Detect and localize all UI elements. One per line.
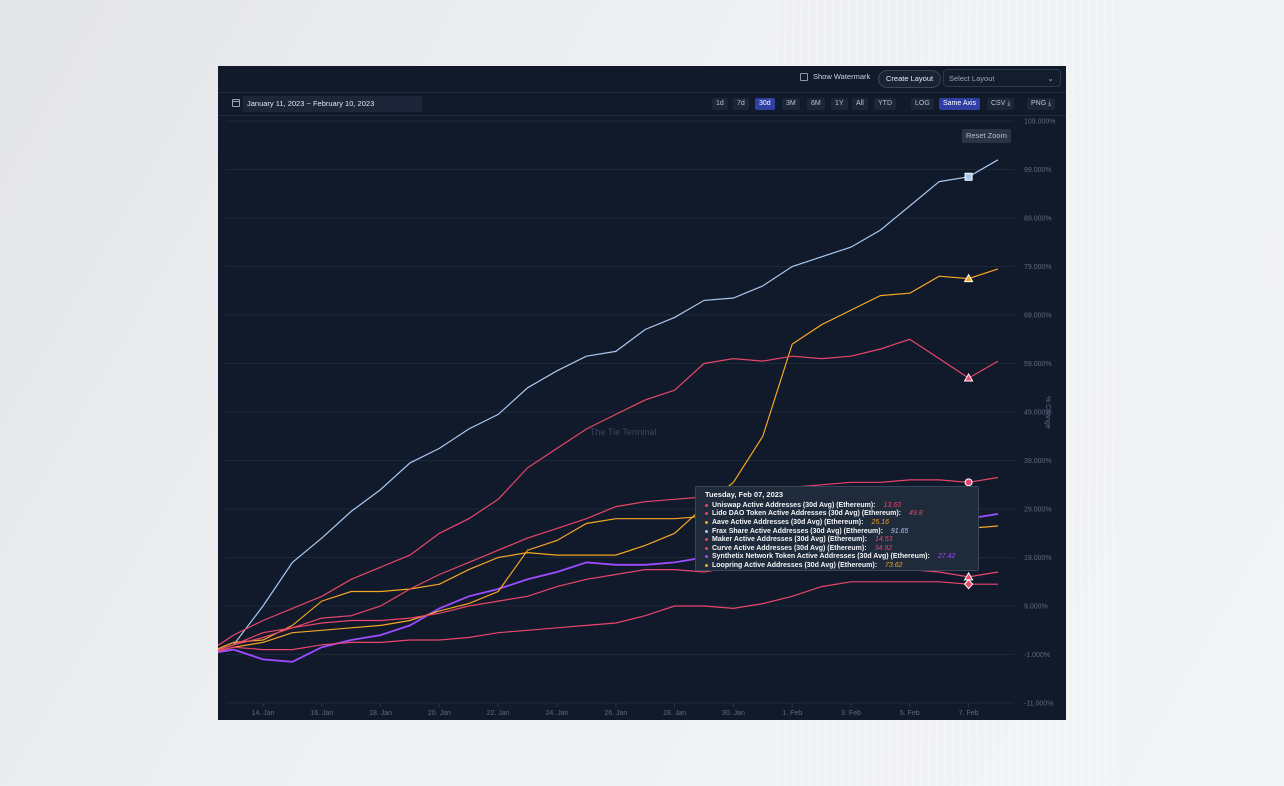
- tooltip-row-value: 14.53: [874, 536, 893, 544]
- series-color-dot: [705, 538, 708, 542]
- x-tick-label: 18. Jan: [369, 710, 392, 717]
- tooltip-row: Uniswap Active Addresses (30d Avg) (Ethe…: [705, 501, 969, 510]
- x-tick-label: 26. Jan: [604, 710, 627, 717]
- series-marker: [963, 373, 974, 382]
- line-chart[interactable]: 109.000% 99.000% 89.000% 79.000% 69.000% 59.0…: [218, 66, 1066, 720]
- x-tick-label: 22. Jan: [487, 710, 510, 717]
- reset-zoom-button[interactable]: Reset Zoom: [962, 129, 1011, 143]
- chart-series: [218, 159, 999, 663]
- tooltip-row-value: 34.92: [874, 544, 893, 552]
- y-tick-label: 79.000%: [1024, 264, 1052, 271]
- series-line: [218, 159, 999, 651]
- series-marker: [964, 478, 973, 487]
- tooltip-row: Frax Share Active Addresses (30d Avg) (E…: [705, 527, 969, 536]
- y-tick-label: 39.000%: [1024, 458, 1052, 465]
- y-tick-label: 89.000%: [1024, 216, 1052, 223]
- tooltip-row-value: 91.65: [890, 527, 909, 535]
- x-tick-label: 3. Feb: [841, 710, 861, 717]
- series-color-dot: [705, 503, 708, 507]
- tooltip-row-value: 13.63: [883, 501, 902, 509]
- x-tick-label: 30. Jan: [722, 710, 745, 717]
- y-tick-label: 9.000%: [1024, 604, 1048, 611]
- x-tick-label: 24. Jan: [546, 710, 569, 717]
- series-line: [218, 581, 998, 652]
- series-color-dot: [705, 529, 708, 533]
- y-axis-label: % Change: [1044, 396, 1051, 429]
- x-tick-label: 28. Jan: [663, 710, 686, 717]
- tooltip-row-value: 73.62: [885, 561, 903, 569]
- tooltip-row-label: Aave Active Addresses (30d Avg) (Ethereu…: [712, 518, 864, 526]
- y-tick-label: 19.000%: [1024, 555, 1052, 562]
- y-tick-label: 69.000%: [1024, 313, 1052, 320]
- tooltip-rows: Uniswap Active Addresses (30d Avg) (Ethe…: [705, 501, 969, 570]
- x-tick-label: 14. Jan: [252, 710, 275, 717]
- x-tick-label: 5. Feb: [900, 710, 920, 717]
- series-marker: [964, 172, 973, 181]
- x-tick-label: 20. Jan: [428, 710, 451, 717]
- chart-tooltip: Tuesday, Feb 07, 2023 Uniswap Active Add…: [695, 486, 979, 571]
- tooltip-row-label: Curve Active Addresses (30d Avg) (Ethere…: [712, 544, 867, 552]
- tooltip-title: Tuesday, Feb 07, 2023: [705, 490, 784, 499]
- x-axis-ticks: 14. Jan 16. Jan 18. Jan 20. Jan 22. Jan 24. J…: [252, 703, 979, 717]
- series-line: [218, 268, 999, 650]
- x-tick-label: 16. Jan: [310, 710, 333, 717]
- y-tick-label: 29.000%: [1024, 507, 1052, 514]
- y-tick-label: 109.000%: [1024, 119, 1056, 126]
- tooltip-row-label: Synthetix Network Token Active Addresses…: [712, 553, 930, 561]
- series-color-dot: [705, 546, 708, 550]
- tooltip-row-label: Lido DAO Token Active Addresses (30d Avg…: [712, 510, 902, 518]
- tooltip-row: Lido DAO Token Active Addresses (30d Avg…: [705, 510, 969, 519]
- tooltip-row-label: Maker Active Addresses (30d Avg) (Ethere…: [712, 536, 867, 544]
- series-color-dot: [705, 512, 708, 516]
- chart-panel: Show Watermark Create Layout Select Layo…: [218, 66, 1066, 720]
- y-tick-label: 99.000%: [1024, 167, 1052, 174]
- tooltip-row: Loopring Active Addresses (30d Avg) (Eth…: [705, 561, 969, 570]
- tooltip-row-value: 27.42: [937, 553, 956, 561]
- tooltip-row-label: Uniswap Active Addresses (30d Avg) (Ethe…: [712, 501, 876, 509]
- series-marker: [963, 578, 974, 590]
- tooltip-row-value: 49.8: [909, 510, 923, 518]
- tooltip-row-label: Frax Share Active Addresses (30d Avg) (E…: [712, 527, 883, 535]
- series-color-dot: [705, 555, 708, 559]
- series-color-dot: [705, 563, 708, 567]
- series-color-dot: [705, 520, 708, 524]
- tooltip-row-value: 25.16: [871, 518, 889, 526]
- tooltip-row: Curve Active Addresses (30d Avg) (Ethere…: [705, 544, 969, 553]
- y-tick-label: 59.000%: [1024, 361, 1052, 368]
- tooltip-row: Aave Active Addresses (30d Avg) (Ethereu…: [705, 518, 969, 527]
- y-tick-label: -11.000%: [1024, 701, 1053, 708]
- x-tick-label: 1. Feb: [782, 710, 802, 717]
- tooltip-row: Synthetix Network Token Active Addresses…: [705, 553, 969, 562]
- tooltip-row-label: Loopring Active Addresses (30d Avg) (Eth…: [712, 561, 878, 569]
- tooltip-row: Maker Active Addresses (30d Avg) (Ethere…: [705, 535, 969, 544]
- y-tick-label: -1.000%: [1024, 652, 1050, 659]
- x-tick-label: 7. Feb: [959, 710, 979, 717]
- watermark: The Tie Terminal: [590, 427, 657, 437]
